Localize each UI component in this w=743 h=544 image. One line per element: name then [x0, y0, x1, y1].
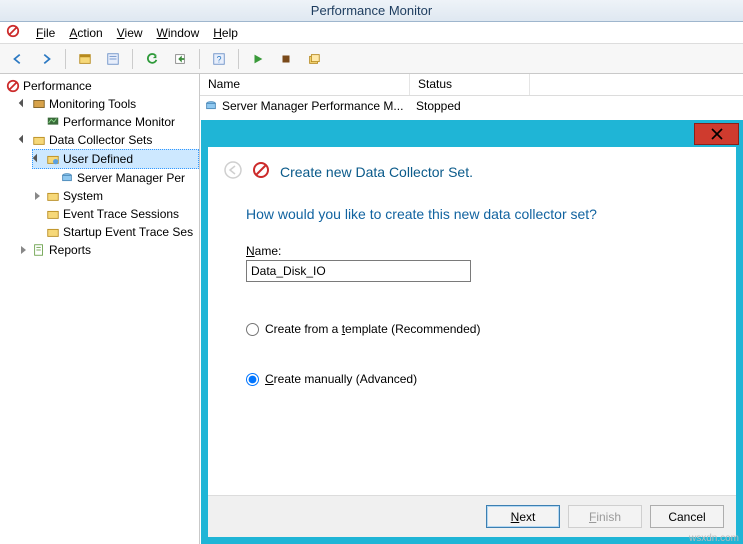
menu-view[interactable]: ViewView — [117, 26, 143, 40]
folder-user-icon — [46, 152, 60, 166]
tree-label: Performance Monitor — [63, 113, 175, 131]
performance-icon — [6, 79, 20, 93]
tree-node-performance[interactable]: Performance — [4, 77, 199, 95]
folder-gear-icon — [46, 189, 60, 203]
next-button[interactable]: NextNext — [486, 505, 560, 528]
tree-label: Server Manager Per — [77, 169, 185, 187]
tree-label: Event Trace Sessions — [63, 205, 179, 223]
properties-button[interactable] — [101, 47, 125, 71]
wizard-question: How would you like to create this new da… — [246, 206, 698, 222]
collapse-icon[interactable] — [34, 155, 43, 164]
svg-text:?: ? — [217, 54, 222, 64]
tree-label: Data Collector Sets — [49, 131, 152, 149]
finish-button: FinishFinish — [568, 505, 642, 528]
back-disabled-icon — [224, 161, 242, 182]
menu-file[interactable]: FFileile — [36, 26, 55, 40]
cancel-button[interactable]: Cancel — [650, 505, 724, 528]
app-icon — [6, 24, 20, 41]
tree-node-reports[interactable]: Reports — [18, 241, 199, 259]
tree-label: User Defined — [63, 150, 133, 168]
wizard-title: Create new Data Collector Set. — [280, 164, 473, 180]
tree-node-monitoring-tools[interactable]: Monitoring Tools — [18, 95, 199, 113]
option-manual[interactable]: Create manually (Advanced)Create manuall… — [246, 372, 698, 386]
menu-help[interactable]: HelpHelp — [213, 26, 238, 40]
radio-template[interactable] — [246, 323, 259, 336]
monitor-icon — [46, 115, 60, 129]
option-template[interactable]: Create from a template (Recommended)Crea… — [246, 322, 698, 336]
close-icon — [711, 128, 723, 140]
tree-label: Reports — [49, 241, 91, 259]
folder-icon — [46, 225, 60, 239]
toolbar: ? — [0, 44, 743, 74]
export-button[interactable] — [168, 47, 192, 71]
window-title: Performance Monitor — [0, 0, 743, 22]
forward-button[interactable] — [34, 47, 58, 71]
wizard-footer: NextNext FinishFinish Cancel — [208, 495, 736, 537]
tools-icon — [32, 97, 46, 111]
stop-button[interactable] — [274, 47, 298, 71]
tree-label: Performance — [23, 77, 92, 95]
dcs-item-icon — [204, 99, 218, 113]
toolbar-separator — [199, 49, 200, 69]
navigation-tree[interactable]: Performance Monitoring Tools — [0, 74, 200, 544]
tree-node-ets[interactable]: Event Trace Sessions — [32, 205, 199, 223]
tree-node-startup-ets[interactable]: Startup Event Trace Ses — [32, 223, 199, 241]
tree-label: Monitoring Tools — [49, 95, 136, 113]
wizard-icon — [252, 161, 270, 182]
show-hide-tree-button[interactable] — [73, 47, 97, 71]
cell-status: Stopped — [412, 99, 532, 113]
name-label: Name:Name: — [246, 244, 698, 258]
folder-icon — [46, 207, 60, 221]
expand-icon[interactable] — [34, 192, 43, 201]
name-input[interactable] — [246, 260, 471, 282]
tree-label: Startup Event Trace Ses — [63, 223, 193, 241]
menu-window[interactable]: WindowWindow — [157, 26, 200, 40]
toolbar-separator — [65, 49, 66, 69]
option-label: Create manually (Advanced)Create manuall… — [265, 372, 417, 386]
run-button[interactable] — [246, 47, 270, 71]
toolbar-separator — [132, 49, 133, 69]
back-button[interactable] — [6, 47, 30, 71]
option-label: Create from a template (Recommended)Crea… — [265, 322, 480, 336]
folder-icon — [32, 133, 46, 147]
menu-action[interactable]: ActionAction — [69, 26, 102, 40]
tree-node-user-defined[interactable]: User Defined — [32, 149, 199, 169]
menu-bar: FFileile ActionAction ViewView WindowWin… — [0, 22, 743, 44]
cell-name: Server Manager Performance M... — [218, 99, 412, 113]
reports-icon — [32, 243, 46, 257]
close-button[interactable] — [694, 123, 739, 145]
collapse-icon[interactable] — [20, 100, 29, 109]
column-status[interactable]: Status — [410, 74, 530, 95]
dcs-item-icon — [60, 171, 74, 185]
refresh-button[interactable] — [140, 47, 164, 71]
tree-node-system[interactable]: System — [32, 187, 199, 205]
new-window-button[interactable] — [302, 47, 326, 71]
list-header: Name Status — [200, 74, 743, 96]
column-name[interactable]: Name — [200, 74, 410, 95]
tree-label: System — [63, 187, 103, 205]
tree-node-server-mgr-perf[interactable]: Server Manager Per — [46, 169, 199, 187]
collapse-icon[interactable] — [20, 136, 29, 145]
watermark: wsxdn.com — [689, 533, 739, 544]
tree-node-dcs[interactable]: Data Collector Sets — [18, 131, 199, 149]
radio-manual[interactable] — [246, 373, 259, 386]
tree-node-perf-monitor[interactable]: Performance Monitor — [32, 113, 199, 131]
list-row[interactable]: Server Manager Performance M... Stopped — [200, 96, 743, 116]
help-button[interactable]: ? — [207, 47, 231, 71]
toolbar-separator — [238, 49, 239, 69]
wizard-dialog: Create new Data Collector Set. How would… — [201, 120, 743, 544]
expand-icon[interactable] — [20, 246, 29, 255]
